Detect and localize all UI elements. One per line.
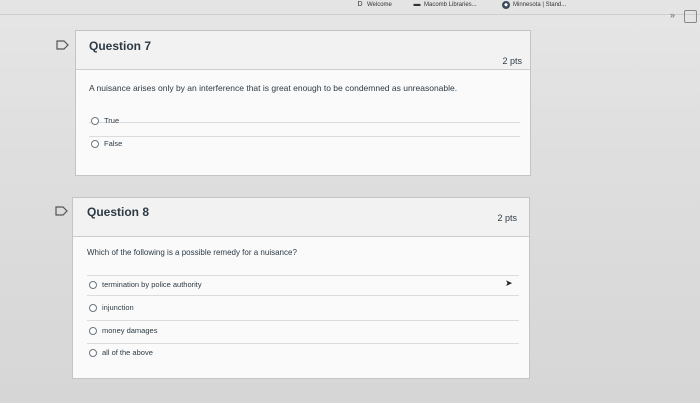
answer-option-all-of-the-above[interactable]: all of the above	[89, 348, 153, 357]
answer-label: money damages	[102, 326, 158, 335]
question-title: Question 7	[89, 39, 152, 53]
question-7-card: Question 7 2 pts A nuisance arises only …	[75, 30, 531, 176]
radio-button[interactable]	[89, 280, 97, 289]
radio-button[interactable]	[91, 139, 99, 148]
bookmark-welcome[interactable]: D Welcome	[356, 1, 392, 9]
answer-option-money-damages[interactable]: money damages	[89, 326, 157, 335]
question-8-card: Question 8 2 pts Which of the following …	[72, 197, 530, 379]
bookmark-label: Macomb Libraries...	[424, 2, 477, 8]
library-icon: ▬	[413, 1, 421, 8]
answer-divider	[89, 122, 520, 123]
answer-divider	[87, 295, 519, 296]
bookmark-label: Minnesota | Stand...	[513, 2, 567, 8]
question-text: Which of the following is a possible rem…	[87, 248, 297, 257]
question-text: A nuisance arises only by an interferenc…	[89, 83, 458, 93]
answer-divider	[87, 320, 519, 321]
answer-label: termination by police authority	[102, 280, 202, 289]
bookmark-macomb-libraries[interactable]: ▬ Macomb Libraries...	[413, 1, 477, 9]
answer-option-injunction[interactable]: injunction	[89, 303, 134, 312]
extension-icon[interactable]	[684, 10, 697, 23]
answer-option-true[interactable]: True	[91, 116, 119, 125]
answer-label: False	[104, 139, 123, 148]
question-title: Question 8	[87, 205, 150, 219]
radio-button[interactable]	[89, 303, 97, 312]
answer-option-false[interactable]: False	[91, 139, 122, 148]
flag-question-icon[interactable]	[55, 206, 69, 216]
bookmark-label: Welcome	[367, 2, 392, 8]
answer-label: injunction	[102, 303, 134, 312]
question-points: 2 pts	[502, 56, 522, 66]
flag-question-icon[interactable]	[56, 40, 70, 50]
bookmark-minnesota[interactable]: ◆ Minnesota | Stand...	[502, 1, 566, 9]
question-points: 2 pts	[497, 213, 517, 223]
radio-button[interactable]	[91, 116, 99, 125]
question-7-header: Question 7 2 pts	[76, 31, 530, 70]
radio-button[interactable]	[89, 326, 97, 335]
radio-button[interactable]	[89, 348, 97, 357]
bookmarks-overflow-button[interactable]: »	[670, 10, 675, 20]
bookmarks-bar: D Welcome ▬ Macomb Libraries... ◆ Minnes…	[0, 0, 700, 15]
mouse-cursor-icon: ➤	[505, 278, 513, 288]
answer-label: all of the above	[102, 348, 153, 357]
answer-divider	[89, 136, 520, 137]
globe-icon: ◆	[502, 1, 510, 9]
answer-divider	[87, 343, 519, 344]
answer-divider	[87, 275, 519, 276]
answer-label: True	[104, 116, 120, 125]
answer-option-termination[interactable]: termination by police authority	[89, 280, 202, 289]
d-icon: D	[357, 1, 363, 8]
question-8-header: Question 8 2 pts	[73, 198, 529, 237]
